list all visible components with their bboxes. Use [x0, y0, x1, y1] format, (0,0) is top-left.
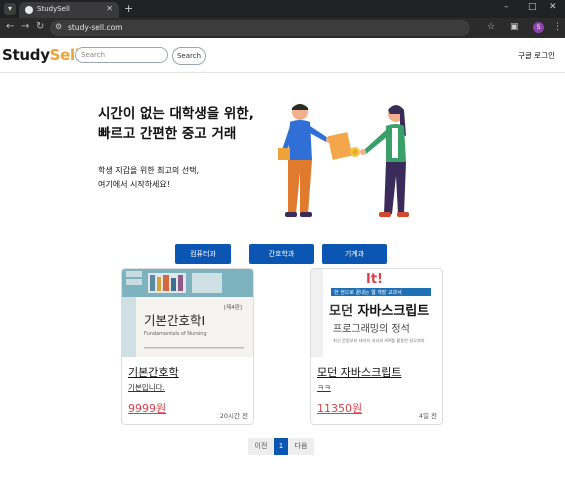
exchange-items	[327, 132, 360, 160]
product-time: 20시간 전	[219, 412, 248, 420]
tab-search-icon[interactable]: ▾	[4, 3, 16, 15]
cover-title-a: 모던	[329, 303, 357, 319]
product-name[interactable]: 기본간호학	[128, 364, 179, 380]
hero-title: 시간이 없는 대학생을 위한, 빠르고 간편한 중고 거래	[98, 104, 288, 144]
cover-blurb: 최신 문법부터 데이터 처리와 API를 활용한 실무까지	[333, 337, 425, 344]
cover-badge: It!	[366, 272, 383, 287]
product-card[interactable]: [제4판] 기본간호학I Fundamentals of Nursing 기본간…	[121, 268, 254, 425]
bookmark-star-icon[interactable]: ☆	[487, 22, 495, 32]
profile-avatar[interactable]: S	[533, 22, 544, 33]
url-text: study-sell.com	[68, 23, 123, 32]
prev-page-button[interactable]: 이전	[248, 438, 274, 455]
cover-subtitle: 프로그래밍의 정석	[333, 323, 410, 335]
site-navbar: StudySell Search 구글 로그인	[0, 38, 565, 73]
category-button-mechanical[interactable]: 기계과	[322, 244, 387, 264]
menu-dots-icon[interactable]: ⋮	[553, 22, 562, 32]
product-description[interactable]: ㅋㅋ	[317, 382, 331, 393]
cover-title: 기본간호학I	[144, 313, 205, 328]
reload-icon[interactable]: ↻	[36, 21, 44, 32]
back-icon[interactable]: ←	[6, 21, 14, 32]
maximize-icon[interactable]: □	[528, 2, 537, 12]
hero-illustration	[278, 104, 409, 217]
product-thumbnail: It! 한 권으로 끝내는 웹 개발 교과서 모던 자바스크립트 프로그래밍의 …	[311, 269, 442, 357]
cover-title-b: 자바스크립트	[357, 303, 429, 319]
hero-subtitle: 학생 지갑을 위한 최고의 선택, 여기에서 시작하세요!	[98, 164, 258, 192]
site-info-icon[interactable]: ⚙	[55, 22, 62, 31]
browser-toolbar: ← → ↻ ⚙ study-sell.com ☆ ▣ S ⋮	[0, 18, 565, 38]
browser-tabstrip: ▾ StudySell ✕ + – □ ✕	[0, 0, 565, 18]
cover-title: 모던 자바스크립트	[329, 303, 429, 319]
product-price[interactable]: 11350원	[317, 400, 362, 416]
address-bar[interactable]: ⚙ study-sell.com	[50, 20, 470, 36]
category-button-computer[interactable]: 컴퓨터과	[175, 244, 231, 264]
extensions-icon[interactable]: ▣	[510, 22, 519, 32]
minimize-icon[interactable]: –	[504, 2, 509, 12]
close-tab-icon[interactable]: ✕	[106, 4, 113, 13]
window-close-icon[interactable]: ✕	[549, 2, 557, 12]
hero-title-line1: 시간이 없는 대학생을 위한,	[98, 106, 254, 122]
favicon-icon	[25, 6, 33, 14]
hero-sub-line2: 여기에서 시작하세요!	[98, 180, 170, 189]
product-time: 4일 전	[418, 412, 437, 420]
category-button-nursing[interactable]: 간호학과	[249, 244, 314, 264]
hero-sub-line1: 학생 지갑을 위한 최고의 선택,	[98, 166, 200, 175]
new-tab-icon[interactable]: +	[124, 2, 133, 15]
man-figure	[278, 104, 332, 217]
cover-subtitle: Fundamentals of Nursing	[144, 331, 207, 337]
tab-title: StudySell	[37, 5, 70, 13]
hero-title-line2: 빠르고 간편한 중고 거래	[98, 126, 237, 142]
cover-edition: [제4판]	[224, 303, 242, 311]
logo-main: Study	[2, 46, 50, 64]
site-logo[interactable]: StudySell	[2, 46, 80, 64]
product-thumbnail: [제4판] 기본간호학I Fundamentals of Nursing	[122, 269, 253, 357]
search-button[interactable]: Search	[172, 47, 206, 65]
search-input[interactable]	[75, 47, 168, 63]
cover-banner: 한 권으로 끝내는 웹 개발 교과서	[334, 289, 402, 296]
forward-icon[interactable]: →	[21, 21, 29, 32]
page-1-button[interactable]: 1	[274, 438, 288, 455]
next-page-button[interactable]: 다음	[288, 438, 314, 455]
product-description[interactable]: 기본입니다.	[128, 382, 165, 393]
woman-figure	[360, 105, 409, 217]
browser-tab[interactable]: StudySell ✕	[19, 2, 119, 18]
product-card[interactable]: It! 한 권으로 끝내는 웹 개발 교과서 모던 자바스크립트 프로그래밍의 …	[310, 268, 443, 425]
product-name[interactable]: 모던 자바스크립트	[317, 364, 401, 380]
product-price[interactable]: 9999원	[128, 400, 166, 416]
google-login-link[interactable]: 구글 로그인	[518, 50, 555, 61]
